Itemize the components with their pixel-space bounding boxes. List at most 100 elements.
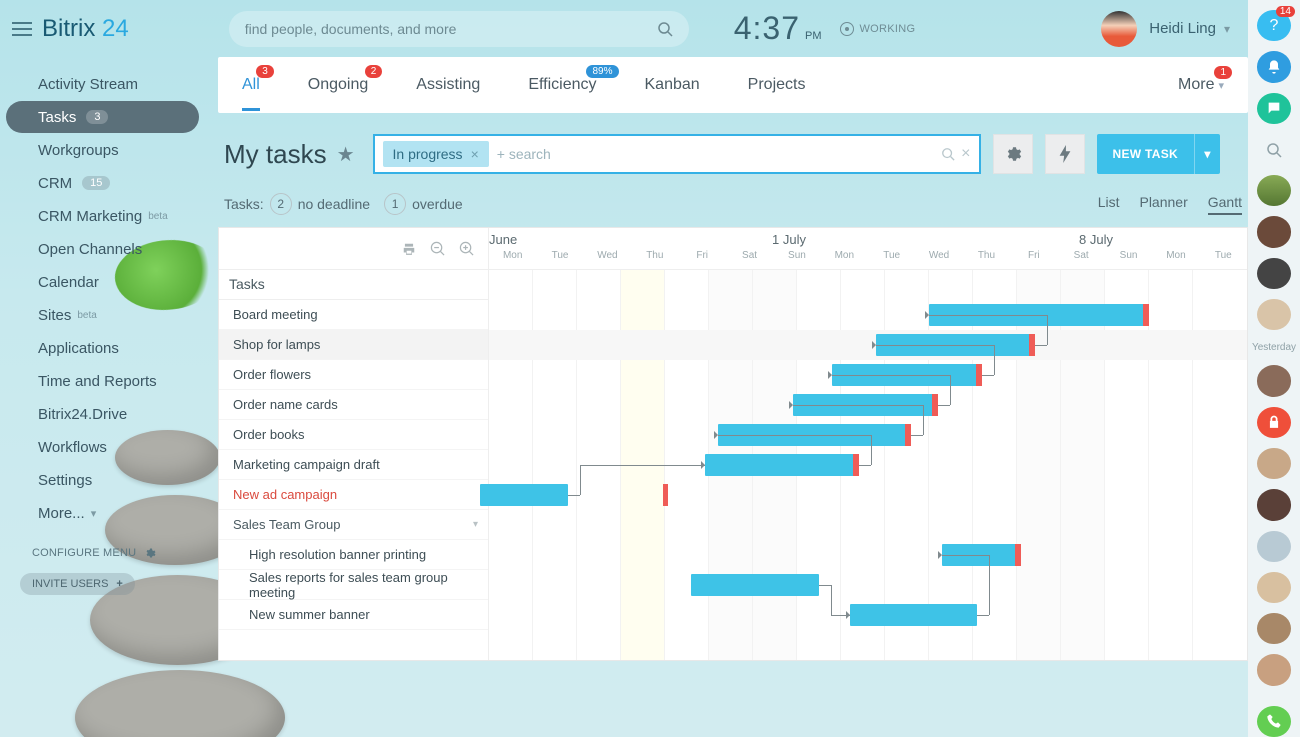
contact-avatar[interactable] [1257, 489, 1291, 520]
view-planner[interactable]: Planner [1139, 194, 1187, 215]
view-list[interactable]: List [1098, 194, 1120, 215]
tab[interactable]: All3 [242, 59, 260, 111]
overdue-count[interactable]: 1 [384, 193, 406, 215]
clear-filter-icon[interactable]: × [961, 145, 970, 163]
gantt-grid[interactable] [489, 270, 1247, 660]
print-icon[interactable] [402, 242, 416, 256]
page-title: My tasks [224, 139, 327, 170]
gantt-timeline-header: June1 July8 JulyMonTueWedThuFriSatSunMon… [489, 228, 1247, 269]
sidebar-item[interactable]: Settings [6, 464, 199, 496]
contact-avatar[interactable] [1257, 531, 1291, 562]
logo[interactable]: Bitrix 24 [42, 15, 129, 43]
phone-icon [1266, 713, 1282, 729]
contact-avatar[interactable] [1257, 613, 1291, 644]
sidebar-item[interactable]: CRM15 [6, 167, 199, 199]
help-button[interactable]: ?14 [1257, 10, 1291, 41]
gantt-bar[interactable] [850, 604, 978, 626]
sidebar-item[interactable]: Sitesbeta [6, 299, 199, 331]
remove-chip-icon[interactable]: × [471, 146, 479, 162]
top-header: Bitrix 24 4:37PM WORKING Heidi Ling ▾ [0, 0, 1248, 57]
invite-users[interactable]: INVITE USERS+ [20, 573, 135, 595]
gantt-task-row[interactable]: Board meeting [219, 300, 488, 330]
lock-icon [1267, 415, 1281, 429]
global-search[interactable] [229, 11, 689, 47]
rail-search-button[interactable] [1257, 134, 1291, 165]
sidebar-item[interactable]: Time and Reports [6, 365, 199, 397]
contact-avatar[interactable] [1257, 258, 1291, 289]
automation-button[interactable] [1045, 134, 1085, 174]
search-input[interactable] [245, 21, 657, 37]
search-icon[interactable] [941, 147, 955, 161]
contact-avatar[interactable] [1257, 299, 1291, 330]
tab[interactable]: Projects [748, 59, 806, 111]
tab[interactable]: Kanban [645, 59, 700, 111]
gantt-task-row[interactable]: Order name cards [219, 390, 488, 420]
new-task-dropdown[interactable]: ▾ [1194, 134, 1220, 174]
clock: 4:37PM [734, 10, 822, 47]
gantt-task-row[interactable]: Marketing campaign draft [219, 450, 488, 480]
gantt-task-row[interactable]: New summer banner [219, 600, 488, 630]
bolt-icon [1058, 145, 1072, 163]
sidebar-item[interactable]: Workflows [6, 431, 199, 463]
gantt-task-row[interactable]: Shop for lamps [219, 330, 488, 360]
left-sidebar: Activity StreamTasks3WorkgroupsCRM15CRM … [0, 57, 205, 737]
call-button[interactable] [1257, 706, 1291, 737]
view-gantt[interactable]: Gantt [1208, 194, 1242, 215]
gantt-task-row[interactable]: Order books [219, 420, 488, 450]
chat-button[interactable] [1257, 93, 1291, 124]
star-icon[interactable]: ★ [337, 142, 355, 167]
settings-button[interactable] [993, 134, 1033, 174]
tabs-more[interactable]: More1 [1178, 76, 1224, 94]
configure-menu[interactable]: CONFIGURE MENU [32, 547, 205, 559]
tab[interactable]: Efficiency89% [528, 59, 596, 111]
new-task-button[interactable]: NEW TASK ▾ [1097, 134, 1221, 174]
sidebar-item[interactable]: Calendar [6, 266, 199, 298]
menu-icon[interactable] [12, 22, 32, 36]
right-rail: ?14 Yesterday [1248, 0, 1300, 737]
sidebar-item[interactable]: More...▾ [6, 497, 199, 529]
contact-avatar[interactable] [1257, 365, 1291, 396]
gantt-task-row[interactable]: Sales Team Group [219, 510, 488, 540]
sidebar-item[interactable]: Open Channels [6, 233, 199, 265]
contact-avatar[interactable] [1257, 654, 1291, 685]
lock-button[interactable] [1257, 407, 1291, 438]
contact-avatar[interactable] [1257, 572, 1291, 603]
sidebar-item[interactable]: Tasks3 [6, 101, 199, 133]
chevron-down-icon: ▾ [1224, 22, 1230, 36]
search-icon [1266, 142, 1282, 158]
bell-icon [1266, 59, 1282, 75]
user-menu[interactable]: Heidi Ling ▾ [1101, 11, 1230, 47]
contact-avatar[interactable] [1257, 175, 1291, 206]
sidebar-item[interactable]: CRM Marketingbeta [6, 200, 199, 232]
tab[interactable]: Ongoing2 [308, 59, 369, 111]
gear-icon [144, 547, 156, 559]
view-switcher: List Planner Gantt [1098, 194, 1242, 215]
gantt-bar[interactable] [480, 484, 568, 506]
no-deadline-count[interactable]: 2 [270, 193, 292, 215]
title-bar: My tasks ★ In progress× × NEW TASK ▾ [224, 131, 1242, 177]
tab[interactable]: Assisting [416, 59, 480, 111]
gantt-bar[interactable] [691, 574, 819, 596]
gantt-task-row[interactable]: Sales reports for sales team group meeti… [219, 570, 488, 600]
filter-input[interactable] [497, 146, 935, 162]
gantt-toolbar [219, 228, 489, 269]
gantt-task-row[interactable]: High resolution banner printing [219, 540, 488, 570]
sidebar-item[interactable]: Activity Stream [6, 68, 199, 100]
gantt-chart: June1 July8 JulyMonTueWedThuFriSatSunMon… [218, 227, 1248, 661]
notifications-button[interactable] [1257, 51, 1291, 82]
sidebar-item[interactable]: Bitrix24.Drive [6, 398, 199, 430]
gantt-bar[interactable] [705, 454, 859, 476]
zoom-out-icon[interactable] [430, 241, 445, 256]
zoom-in-icon[interactable] [459, 241, 474, 256]
gantt-task-row[interactable]: New ad campaign [219, 480, 488, 510]
task-filter[interactable]: In progress× × [373, 134, 981, 174]
gantt-task-row[interactable]: Order flowers [219, 360, 488, 390]
contact-avatar[interactable] [1257, 216, 1291, 247]
work-status[interactable]: WORKING [840, 22, 916, 36]
sidebar-item[interactable]: Workgroups [6, 134, 199, 166]
contact-avatar[interactable] [1257, 448, 1291, 479]
status-row: Tasks: 2 no deadline 1 overdue List Plan… [224, 193, 1242, 215]
filter-chip[interactable]: In progress× [383, 141, 489, 167]
gantt-task-list: Tasks Board meetingShop for lampsOrder f… [219, 270, 489, 660]
sidebar-item[interactable]: Applications [6, 332, 199, 364]
